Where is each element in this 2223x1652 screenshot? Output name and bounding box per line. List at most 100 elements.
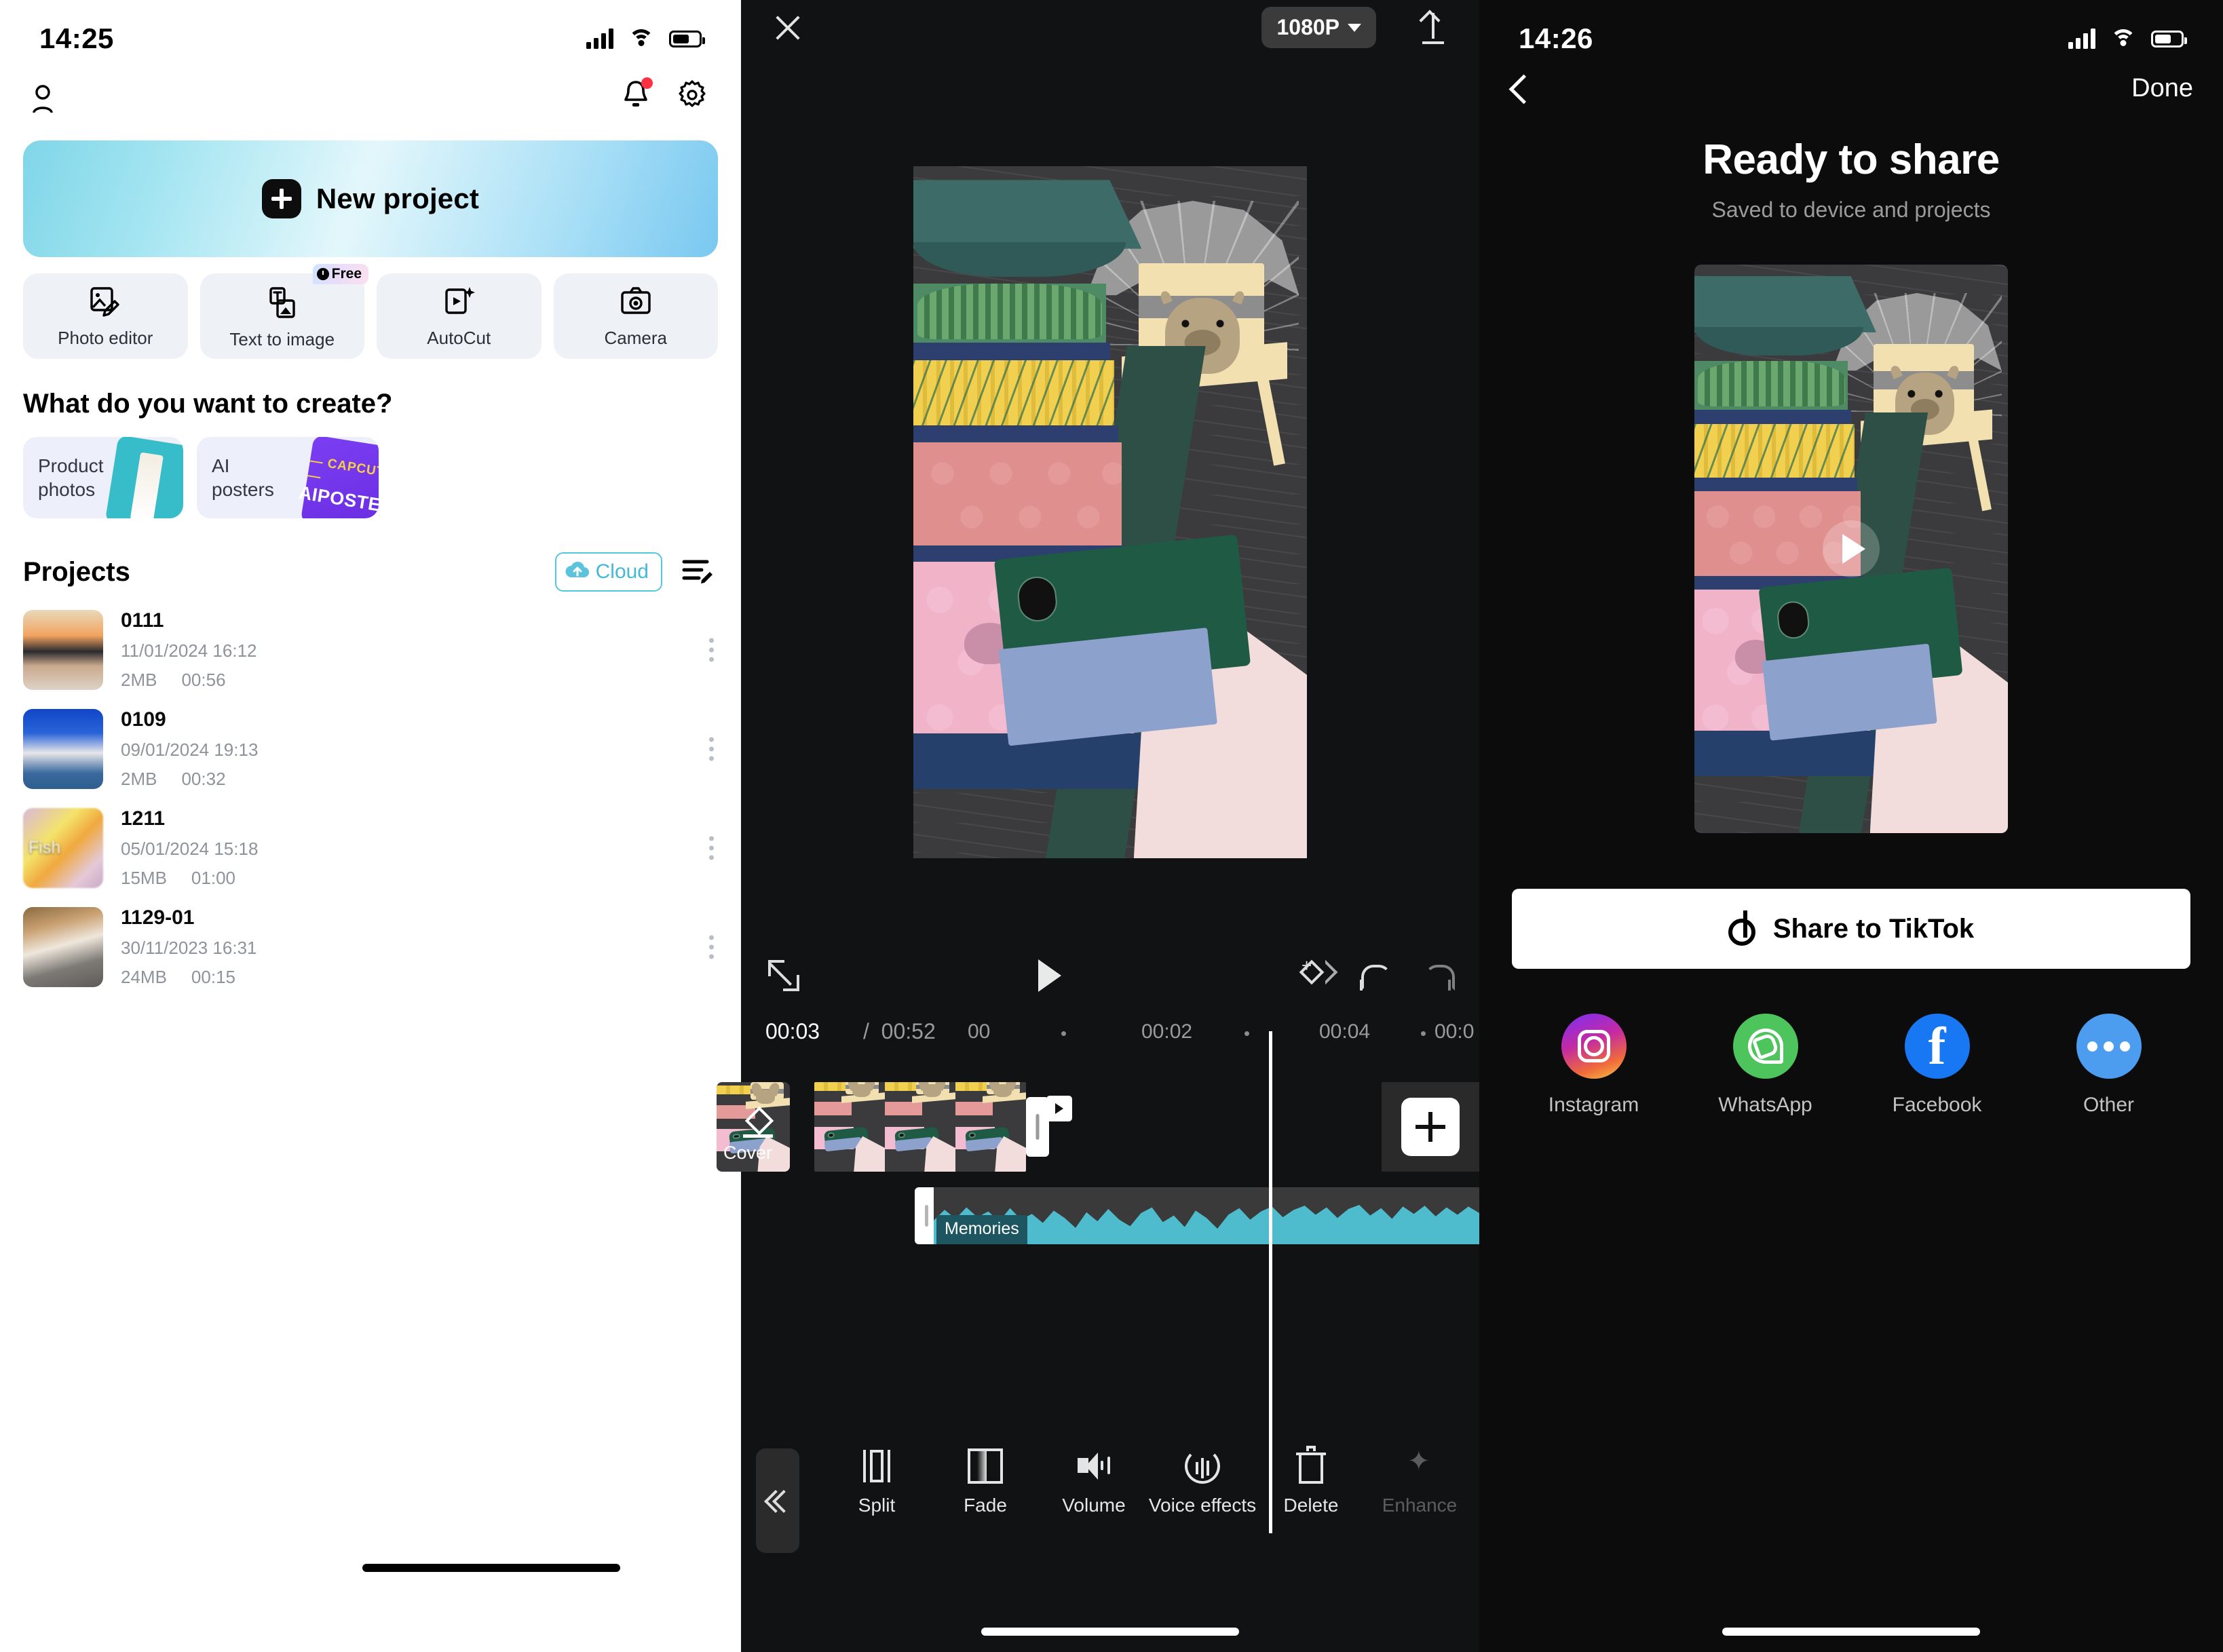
timeline-clip[interactable] <box>814 1082 1026 1172</box>
quick-action-label: Camera <box>604 327 667 348</box>
project-more-icon[interactable] <box>709 836 714 860</box>
done-button[interactable]: Done <box>2131 74 2193 103</box>
quick-action-camera[interactable]: Camera <box>553 273 718 359</box>
home-screen: 14:25 New project Photo editor Free Text… <box>0 0 741 1652</box>
quick-actions-row: Photo editor Free Text to image AutoCut <box>23 264 718 359</box>
project-row[interactable]: 1129-01 30/11/2023 16:31 24MB 00:15 <box>23 906 714 988</box>
tiktok-icon <box>1728 910 1757 947</box>
project-row[interactable]: 0111 11/01/2024 16:12 2MB 00:56 <box>23 609 714 691</box>
share-target-instagram[interactable]: Instagram <box>1508 1014 1679 1117</box>
timeline-cover-cell[interactable]: Cover <box>717 1082 790 1172</box>
ruler-tick: 00:02 <box>1141 1020 1193 1043</box>
gear-icon[interactable] <box>676 79 708 115</box>
plus-icon[interactable] <box>1401 1098 1460 1156</box>
share-target-facebook[interactable]: f Facebook <box>1851 1014 2023 1117</box>
project-size: 24MB <box>121 967 167 987</box>
project-more-icon[interactable] <box>709 638 714 662</box>
home-top-actions <box>620 77 708 115</box>
ruler-tick: 00 <box>968 1020 991 1043</box>
redo-icon[interactable] <box>1418 961 1455 991</box>
project-name: 0109 <box>121 708 166 731</box>
plus-icon <box>261 179 301 218</box>
tool-enhance[interactable]: Enhance <box>1365 1446 1474 1516</box>
undo-icon[interactable] <box>1358 961 1392 991</box>
home-indicator <box>362 1564 620 1572</box>
screenshot-root: 14:25 New project Photo editor Free Text… <box>0 0 2223 1652</box>
camera-icon <box>619 284 653 322</box>
bell-icon[interactable] <box>620 77 653 115</box>
chevron-left-icon[interactable] <box>1509 73 1530 103</box>
tool-volume[interactable]: Volume <box>1040 1448 1148 1516</box>
clip-trim-handle[interactable] <box>1026 1097 1049 1157</box>
tool-split[interactable]: Split <box>822 1448 931 1516</box>
share-nav-bar: Done <box>1479 62 2223 103</box>
video-canvas <box>913 166 1307 858</box>
cloud-upload-icon <box>565 559 590 585</box>
share-target-other[interactable]: Other <box>2023 1014 2194 1117</box>
fade-icon <box>968 1448 1003 1484</box>
notification-dot <box>641 77 653 89</box>
free-badge-label: Free <box>331 266 362 282</box>
wifi-icon <box>628 29 654 48</box>
tool-fade[interactable]: Fade <box>931 1448 1040 1516</box>
tool-voice-effects[interactable]: Voice effects <box>1148 1448 1257 1516</box>
double-chevron-left-icon[interactable] <box>756 1448 799 1553</box>
add-clip-cell[interactable] <box>1382 1082 1479 1172</box>
quick-action-photo-editor[interactable]: Photo editor <box>23 273 188 359</box>
quick-action-label: Text to image <box>229 328 335 349</box>
resolution-selector[interactable]: 1080P <box>1261 7 1376 48</box>
project-duration: 00:32 <box>181 769 226 789</box>
page-subtitle: Saved to device and projects <box>1711 197 1991 222</box>
timeline-current-time: 00:03 <box>765 1019 820 1043</box>
new-project-button[interactable]: New project <box>23 140 718 257</box>
keyframe-icon[interactable]: + <box>1299 957 1338 993</box>
project-duration: 01:00 <box>191 868 235 888</box>
cloud-label: Cloud <box>595 560 649 583</box>
create-card-ai-posters[interactable]: AI posters — CAPCUT — AIPOSTER <box>197 437 379 518</box>
share-to-tiktok-label: Share to TikTok <box>1772 913 1975 944</box>
project-row[interactable]: Fish 1211 05/01/2024 15:18 15MB 01:00 <box>23 807 714 889</box>
project-more-icon[interactable] <box>709 737 714 761</box>
project-date: 30/11/2023 16:31 <box>121 938 257 958</box>
timeline-video-track[interactable]: Cover <box>717 1082 1479 1172</box>
home-indicator <box>981 1628 1239 1636</box>
share-target-whatsapp[interactable]: WhatsApp <box>1679 1014 1851 1117</box>
person-icon[interactable] <box>27 81 58 113</box>
close-icon[interactable] <box>772 12 803 43</box>
upload-icon[interactable] <box>1418 12 1448 44</box>
project-date: 09/01/2024 19:13 <box>121 739 259 760</box>
project-more-icon[interactable] <box>709 935 714 959</box>
tool-label: Split <box>858 1495 896 1516</box>
volume-icon <box>1076 1448 1112 1484</box>
quick-action-text-to-image[interactable]: Free Text to image <box>200 264 368 359</box>
project-duration: 00:15 <box>191 967 235 987</box>
audio-trim-handle[interactable] <box>919 1201 934 1231</box>
quick-action-label: Photo editor <box>58 327 153 348</box>
new-project-label: New project <box>316 183 480 214</box>
project-duration: 00:56 <box>181 670 226 690</box>
play-icon[interactable] <box>1823 520 1880 577</box>
play-icon[interactable] <box>1038 959 1061 992</box>
share-video-preview[interactable] <box>1694 265 2008 833</box>
share-to-tiktok-button[interactable]: Share to TikTok <box>1512 889 2190 969</box>
share-target-label: Instagram <box>1548 1094 1639 1116</box>
timeline-playhead[interactable] <box>1269 1031 1272 1533</box>
share-target-label: WhatsApp <box>1718 1094 1812 1116</box>
timeline-audio-track[interactable]: Memories <box>915 1187 1479 1244</box>
text-to-image-icon <box>265 286 299 323</box>
video-preview[interactable] <box>741 95 1479 929</box>
cloud-button[interactable]: Cloud <box>554 552 662 592</box>
tool-delete[interactable]: Delete <box>1257 1446 1365 1516</box>
quick-action-autocut[interactable]: AutoCut <box>377 273 542 359</box>
project-size: 2MB <box>121 670 157 690</box>
expand-icon[interactable] <box>768 960 799 991</box>
project-thumbnail <box>23 709 103 789</box>
share-screen: 14:26 Done Ready to share Saved to devic… <box>1479 0 2223 1652</box>
status-indicators <box>586 28 705 49</box>
project-name: 0111 <box>121 609 164 632</box>
create-card-product-photos[interactable]: Product photos <box>23 437 183 518</box>
clip-play-badge[interactable] <box>1046 1096 1072 1121</box>
sort-edit-icon[interactable] <box>681 557 714 588</box>
project-row[interactable]: 0109 09/01/2024 19:13 2MB 00:32 <box>23 708 714 790</box>
status-bar: 14:26 <box>1479 0 2223 62</box>
